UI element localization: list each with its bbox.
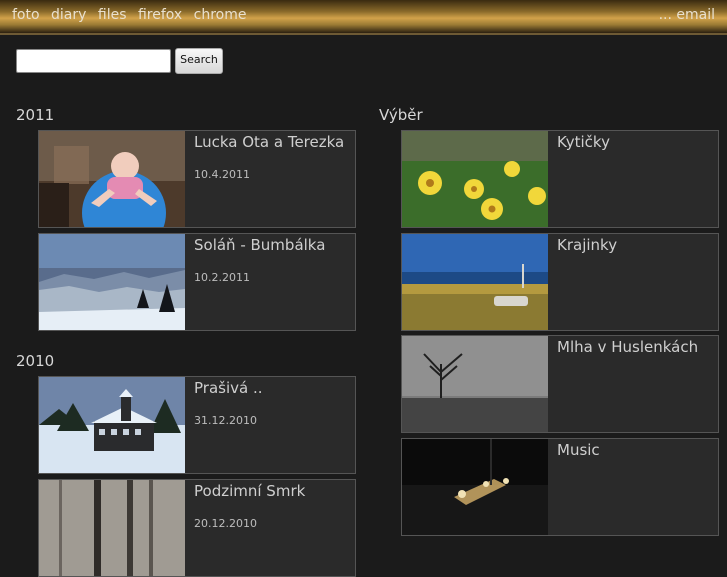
primary-nav: foto diary files firefox chrome (12, 7, 253, 23)
card-title: Krajinky (557, 236, 618, 254)
section-title-vyber: Výběr (379, 106, 423, 124)
thumbnail-image (39, 377, 185, 473)
gallery-card-mlha[interactable]: Mlha v Huslenkách (401, 335, 719, 433)
thumbnail-image (402, 439, 548, 535)
nav-link-foto[interactable]: foto (12, 7, 40, 23)
thumbnail-image (402, 336, 548, 432)
nav-link-chrome[interactable]: chrome (194, 7, 247, 23)
card-title: Music (557, 441, 600, 459)
search-button[interactable]: Search (175, 48, 223, 74)
thumbnail-image (402, 131, 548, 227)
gallery-card-krajinky[interactable]: Krajinky (401, 233, 719, 331)
card-title: Podzimní Smrk (194, 482, 306, 500)
card-title: Prašivá .. (194, 379, 263, 397)
thumbnail-image (39, 131, 185, 227)
card-date: 20.12.2010 (194, 517, 257, 530)
card-title: Soláň - Bumbálka (194, 236, 326, 254)
gallery-card-solan[interactable]: Soláň - Bumbálka 10.2.2011 (38, 233, 356, 331)
gallery-card-prasiva[interactable]: Prašivá .. 31.12.2010 (38, 376, 356, 474)
section-title-2010: 2010 (16, 352, 55, 370)
thumbnail-image (402, 234, 548, 330)
gallery-card-podzimni-smrk[interactable]: Podzimní Smrk 20.12.2010 (38, 479, 356, 577)
card-title: Mlha v Huslenkách (557, 338, 699, 356)
card-title: Kytičky (557, 133, 610, 151)
nav-link-diary[interactable]: diary (51, 7, 86, 23)
gallery-card-kyticky[interactable]: Kytičky (401, 130, 719, 228)
section-title-2011: 2011 (16, 106, 55, 124)
thumbnail-image (39, 480, 185, 576)
top-navigation-bar: foto diary files firefox chrome ... emai… (0, 0, 727, 35)
email-link[interactable]: ... email (659, 7, 715, 23)
card-title: Lucka Ota a Terezka (194, 133, 345, 151)
nav-link-files[interactable]: files (98, 7, 127, 23)
thumbnail-image (39, 234, 185, 330)
search-input[interactable] (16, 49, 171, 73)
card-date: 10.4.2011 (194, 168, 250, 181)
nav-link-firefox[interactable]: firefox (138, 7, 182, 23)
gallery-card-music[interactable]: Music (401, 438, 719, 536)
card-date: 10.2.2011 (194, 271, 250, 284)
gallery-card-lucka[interactable]: Lucka Ota a Terezka 10.4.2011 (38, 130, 356, 228)
card-date: 31.12.2010 (194, 414, 257, 427)
